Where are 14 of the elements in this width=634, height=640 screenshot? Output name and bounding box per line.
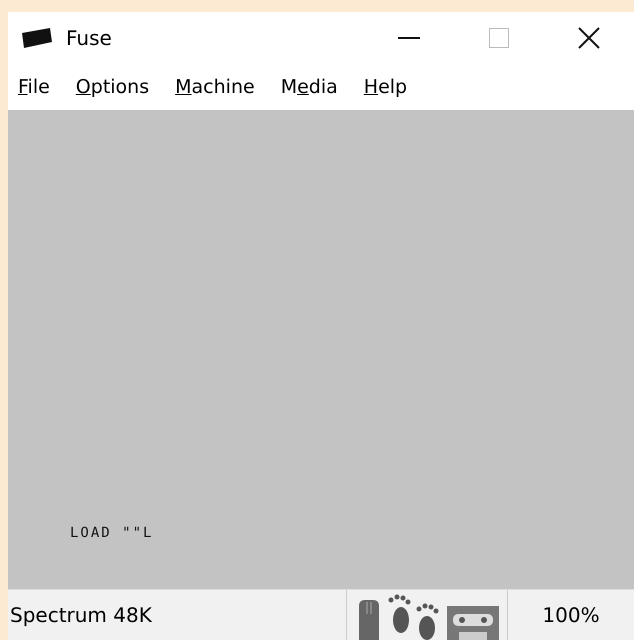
window-title: Fuse	[66, 26, 113, 50]
menu-item[interactable]: File	[18, 76, 50, 98]
menu-item[interactable]: Media	[280, 76, 338, 98]
machine-label: Spectrum 48K	[9, 603, 153, 627]
mouse-icon	[357, 598, 381, 640]
menu-item[interactable]: Options	[76, 76, 150, 98]
screen-text: LOAD ""L	[70, 525, 154, 541]
menu-item[interactable]: Help	[364, 76, 408, 98]
close-icon	[578, 27, 600, 49]
speed-label: 100%	[541, 603, 601, 627]
menu-item[interactable]: Machine	[175, 76, 255, 98]
minimize-icon	[398, 37, 420, 39]
app-icon	[20, 27, 54, 49]
maximize-icon	[489, 28, 509, 48]
